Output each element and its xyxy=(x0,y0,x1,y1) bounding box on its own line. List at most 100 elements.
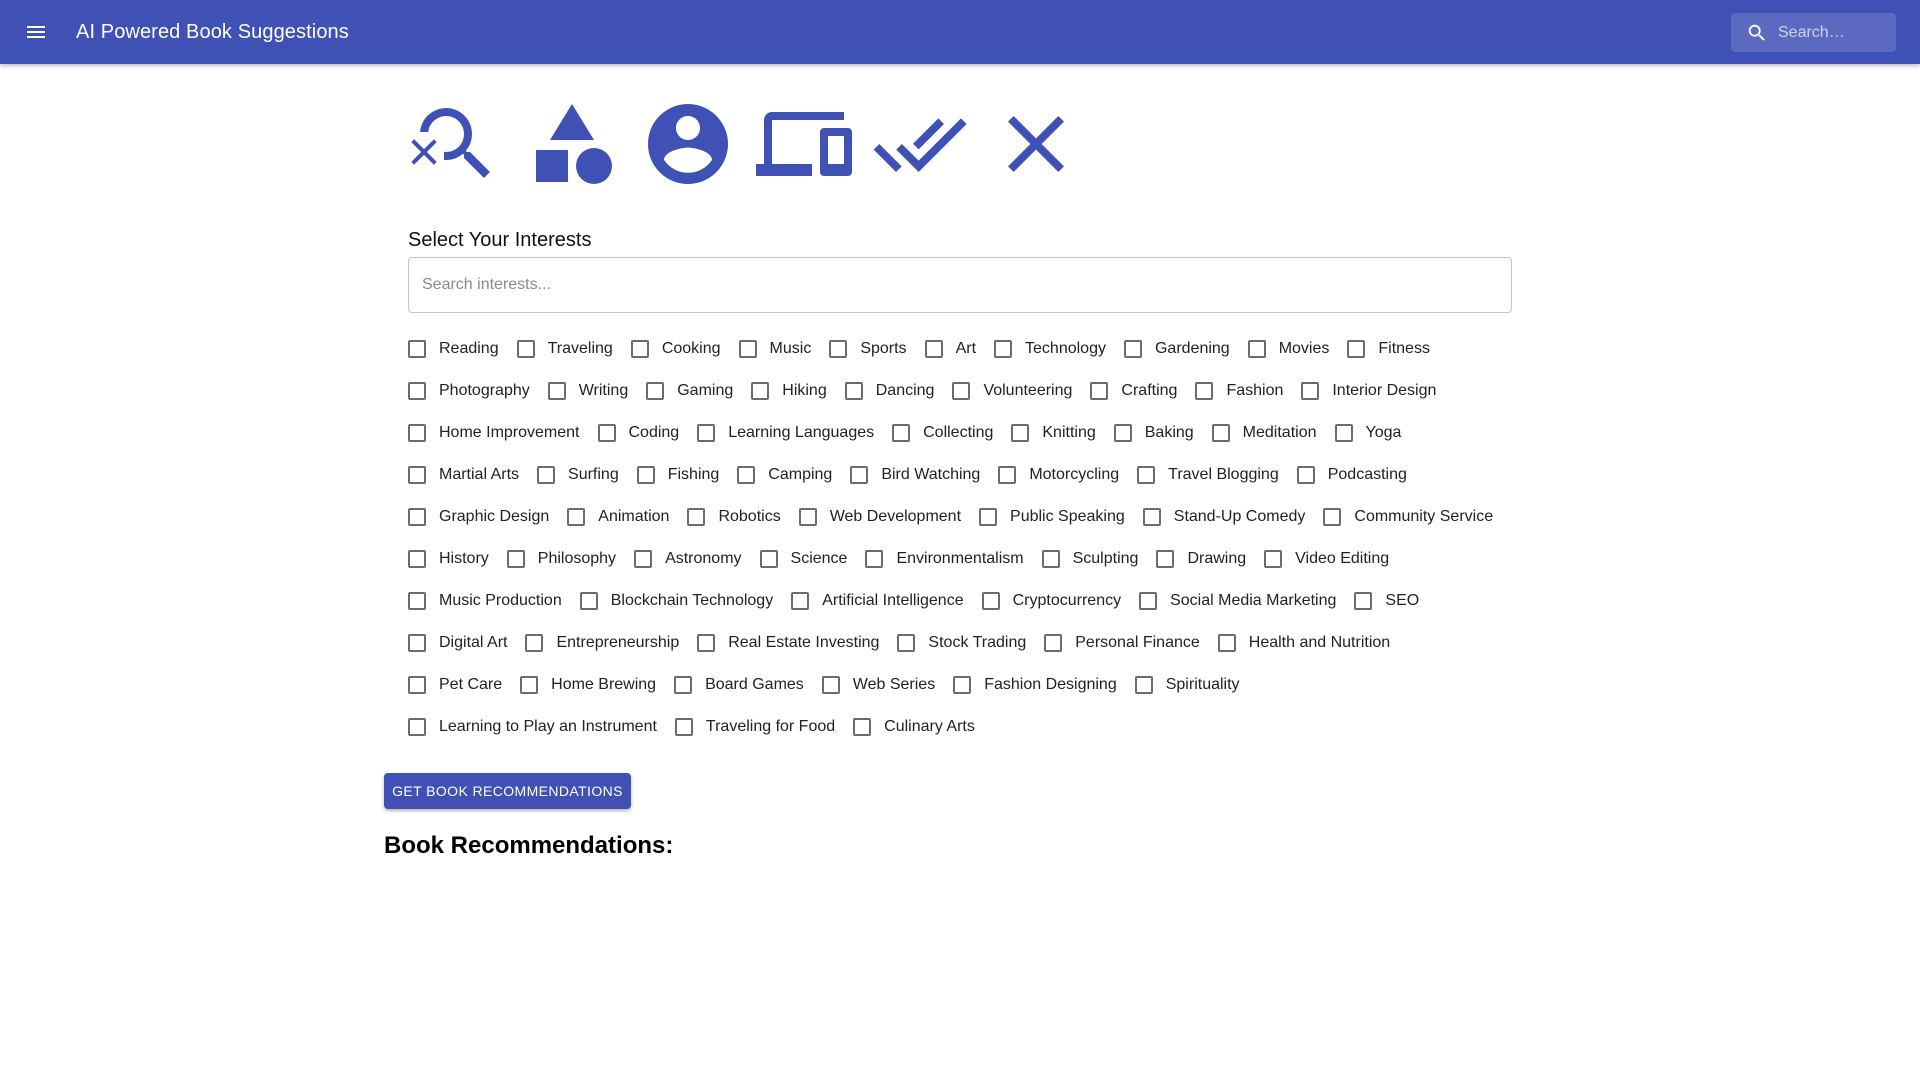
checkbox-icon[interactable] xyxy=(520,676,539,694)
menu-button[interactable] xyxy=(18,14,54,50)
interest-checkbox[interactable]: Podcasting xyxy=(1296,454,1407,496)
interest-checkbox[interactable]: Sculpting xyxy=(1041,538,1138,580)
checkbox-icon[interactable] xyxy=(525,634,544,652)
interest-checkbox[interactable]: Digital Art xyxy=(408,622,507,664)
checkbox-icon[interactable] xyxy=(1247,340,1266,358)
interest-checkbox[interactable]: Music Production xyxy=(408,580,562,622)
interest-checkbox[interactable]: Science xyxy=(759,538,847,580)
checkbox-icon[interactable] xyxy=(408,634,426,652)
checkbox-icon[interactable] xyxy=(897,634,916,652)
checkbox-icon[interactable] xyxy=(1217,634,1236,652)
interest-checkbox[interactable]: Bird Watching xyxy=(850,454,980,496)
checkbox-icon[interactable] xyxy=(567,508,586,526)
checkbox-icon[interactable] xyxy=(697,634,716,652)
checkbox-icon[interactable] xyxy=(998,466,1017,484)
interest-checkbox[interactable]: Board Games xyxy=(674,664,804,706)
checkbox-icon[interactable] xyxy=(636,466,655,484)
interest-checkbox[interactable]: Environmentalism xyxy=(865,538,1024,580)
checkbox-icon[interactable] xyxy=(829,340,848,358)
checkbox-icon[interactable] xyxy=(924,340,943,358)
checkbox-icon[interactable] xyxy=(408,550,426,568)
checkbox-icon[interactable] xyxy=(1354,592,1373,610)
interest-checkbox[interactable]: Volunteering xyxy=(952,370,1072,412)
checkbox-icon[interactable] xyxy=(1113,424,1132,442)
checkbox-icon[interactable] xyxy=(1296,466,1315,484)
checkbox-icon[interactable] xyxy=(1156,550,1175,568)
interest-checkbox[interactable]: Hiking xyxy=(751,370,827,412)
interest-checkbox[interactable]: Philosophy xyxy=(506,538,616,580)
checkbox-icon[interactable] xyxy=(408,718,426,736)
checkbox-icon[interactable] xyxy=(1044,634,1063,652)
interest-search-input[interactable] xyxy=(408,257,1512,313)
interest-checkbox[interactable]: History xyxy=(408,538,489,580)
interest-checkbox[interactable]: Surfing xyxy=(537,454,619,496)
interest-checkbox[interactable]: Cryptocurrency xyxy=(981,580,1121,622)
interest-checkbox[interactable]: Sports xyxy=(829,328,907,370)
checkbox-icon[interactable] xyxy=(506,550,525,568)
interest-checkbox[interactable]: Knitting xyxy=(1011,412,1096,454)
interest-checkbox[interactable]: Entrepreneurship xyxy=(525,622,679,664)
interest-checkbox[interactable]: Stock Trading xyxy=(897,622,1026,664)
checkbox-icon[interactable] xyxy=(408,466,426,484)
interest-checkbox[interactable]: Motorcycling xyxy=(998,454,1119,496)
checkbox-icon[interactable] xyxy=(646,382,665,400)
interest-checkbox[interactable]: Music xyxy=(738,328,811,370)
checkbox-icon[interactable] xyxy=(953,676,972,694)
interest-checkbox[interactable]: Reading xyxy=(408,328,499,370)
checkbox-icon[interactable] xyxy=(865,550,884,568)
checkbox-icon[interactable] xyxy=(1264,550,1283,568)
get-recommendations-button[interactable]: GET BOOK RECOMMENDATIONS xyxy=(384,773,631,809)
checkbox-icon[interactable] xyxy=(737,466,756,484)
checkbox-icon[interactable] xyxy=(687,508,706,526)
interest-checkbox[interactable]: Fitness xyxy=(1347,328,1430,370)
interest-checkbox[interactable]: Art xyxy=(924,328,976,370)
checkbox-icon[interactable] xyxy=(1139,592,1158,610)
checkbox-icon[interactable] xyxy=(1011,424,1030,442)
interest-checkbox[interactable]: Public Speaking xyxy=(979,496,1125,538)
interest-checkbox[interactable]: Cooking xyxy=(630,328,721,370)
interest-checkbox[interactable]: Video Editing xyxy=(1264,538,1389,580)
interest-checkbox[interactable]: Web Series xyxy=(821,664,935,706)
checkbox-icon[interactable] xyxy=(979,508,998,526)
interest-checkbox[interactable]: Spirituality xyxy=(1134,664,1240,706)
checkbox-icon[interactable] xyxy=(537,466,556,484)
interest-checkbox[interactable]: Animation xyxy=(567,496,669,538)
interest-checkbox[interactable]: Collecting xyxy=(892,412,993,454)
interest-checkbox[interactable]: Learning Languages xyxy=(697,412,874,454)
checkbox-icon[interactable] xyxy=(408,340,426,358)
interest-checkbox[interactable]: Home Improvement xyxy=(408,412,580,454)
interest-checkbox[interactable]: Fashion xyxy=(1195,370,1283,412)
interest-checkbox[interactable]: SEO xyxy=(1354,580,1419,622)
checkbox-icon[interactable] xyxy=(634,550,653,568)
interest-checkbox[interactable]: Blockchain Technology xyxy=(579,580,773,622)
interest-checkbox[interactable]: Robotics xyxy=(687,496,781,538)
checkbox-icon[interactable] xyxy=(674,676,693,694)
interest-checkbox[interactable]: Drawing xyxy=(1156,538,1246,580)
checkbox-icon[interactable] xyxy=(1301,382,1320,400)
interest-checkbox[interactable]: Learning to Play an Instrument xyxy=(408,706,657,748)
interest-checkbox[interactable]: Community Service xyxy=(1323,496,1493,538)
interest-checkbox[interactable]: Fashion Designing xyxy=(953,664,1117,706)
checkbox-icon[interactable] xyxy=(981,592,1000,610)
interest-checkbox[interactable]: Astronomy xyxy=(634,538,742,580)
app-search[interactable] xyxy=(1731,13,1896,52)
interest-checkbox[interactable]: Martial Arts xyxy=(408,454,519,496)
checkbox-icon[interactable] xyxy=(597,424,616,442)
interest-checkbox[interactable]: Health and Nutrition xyxy=(1217,622,1390,664)
checkbox-icon[interactable] xyxy=(1211,424,1230,442)
interest-checkbox[interactable]: Coding xyxy=(597,412,679,454)
interest-checkbox[interactable]: Gaming xyxy=(646,370,733,412)
checkbox-icon[interactable] xyxy=(547,382,566,400)
checkbox-icon[interactable] xyxy=(1195,382,1214,400)
interest-checkbox[interactable]: Travel Blogging xyxy=(1137,454,1279,496)
interest-checkbox[interactable]: Graphic Design xyxy=(408,496,549,538)
checkbox-icon[interactable] xyxy=(1123,340,1142,358)
interest-checkbox[interactable]: Pet Care xyxy=(408,664,502,706)
checkbox-icon[interactable] xyxy=(850,466,869,484)
app-search-input[interactable] xyxy=(1778,23,1888,42)
checkbox-icon[interactable] xyxy=(630,340,649,358)
checkbox-icon[interactable] xyxy=(408,382,426,400)
checkbox-icon[interactable] xyxy=(697,424,716,442)
interest-checkbox[interactable]: Culinary Arts xyxy=(853,706,975,748)
interest-checkbox[interactable]: Photography xyxy=(408,370,530,412)
